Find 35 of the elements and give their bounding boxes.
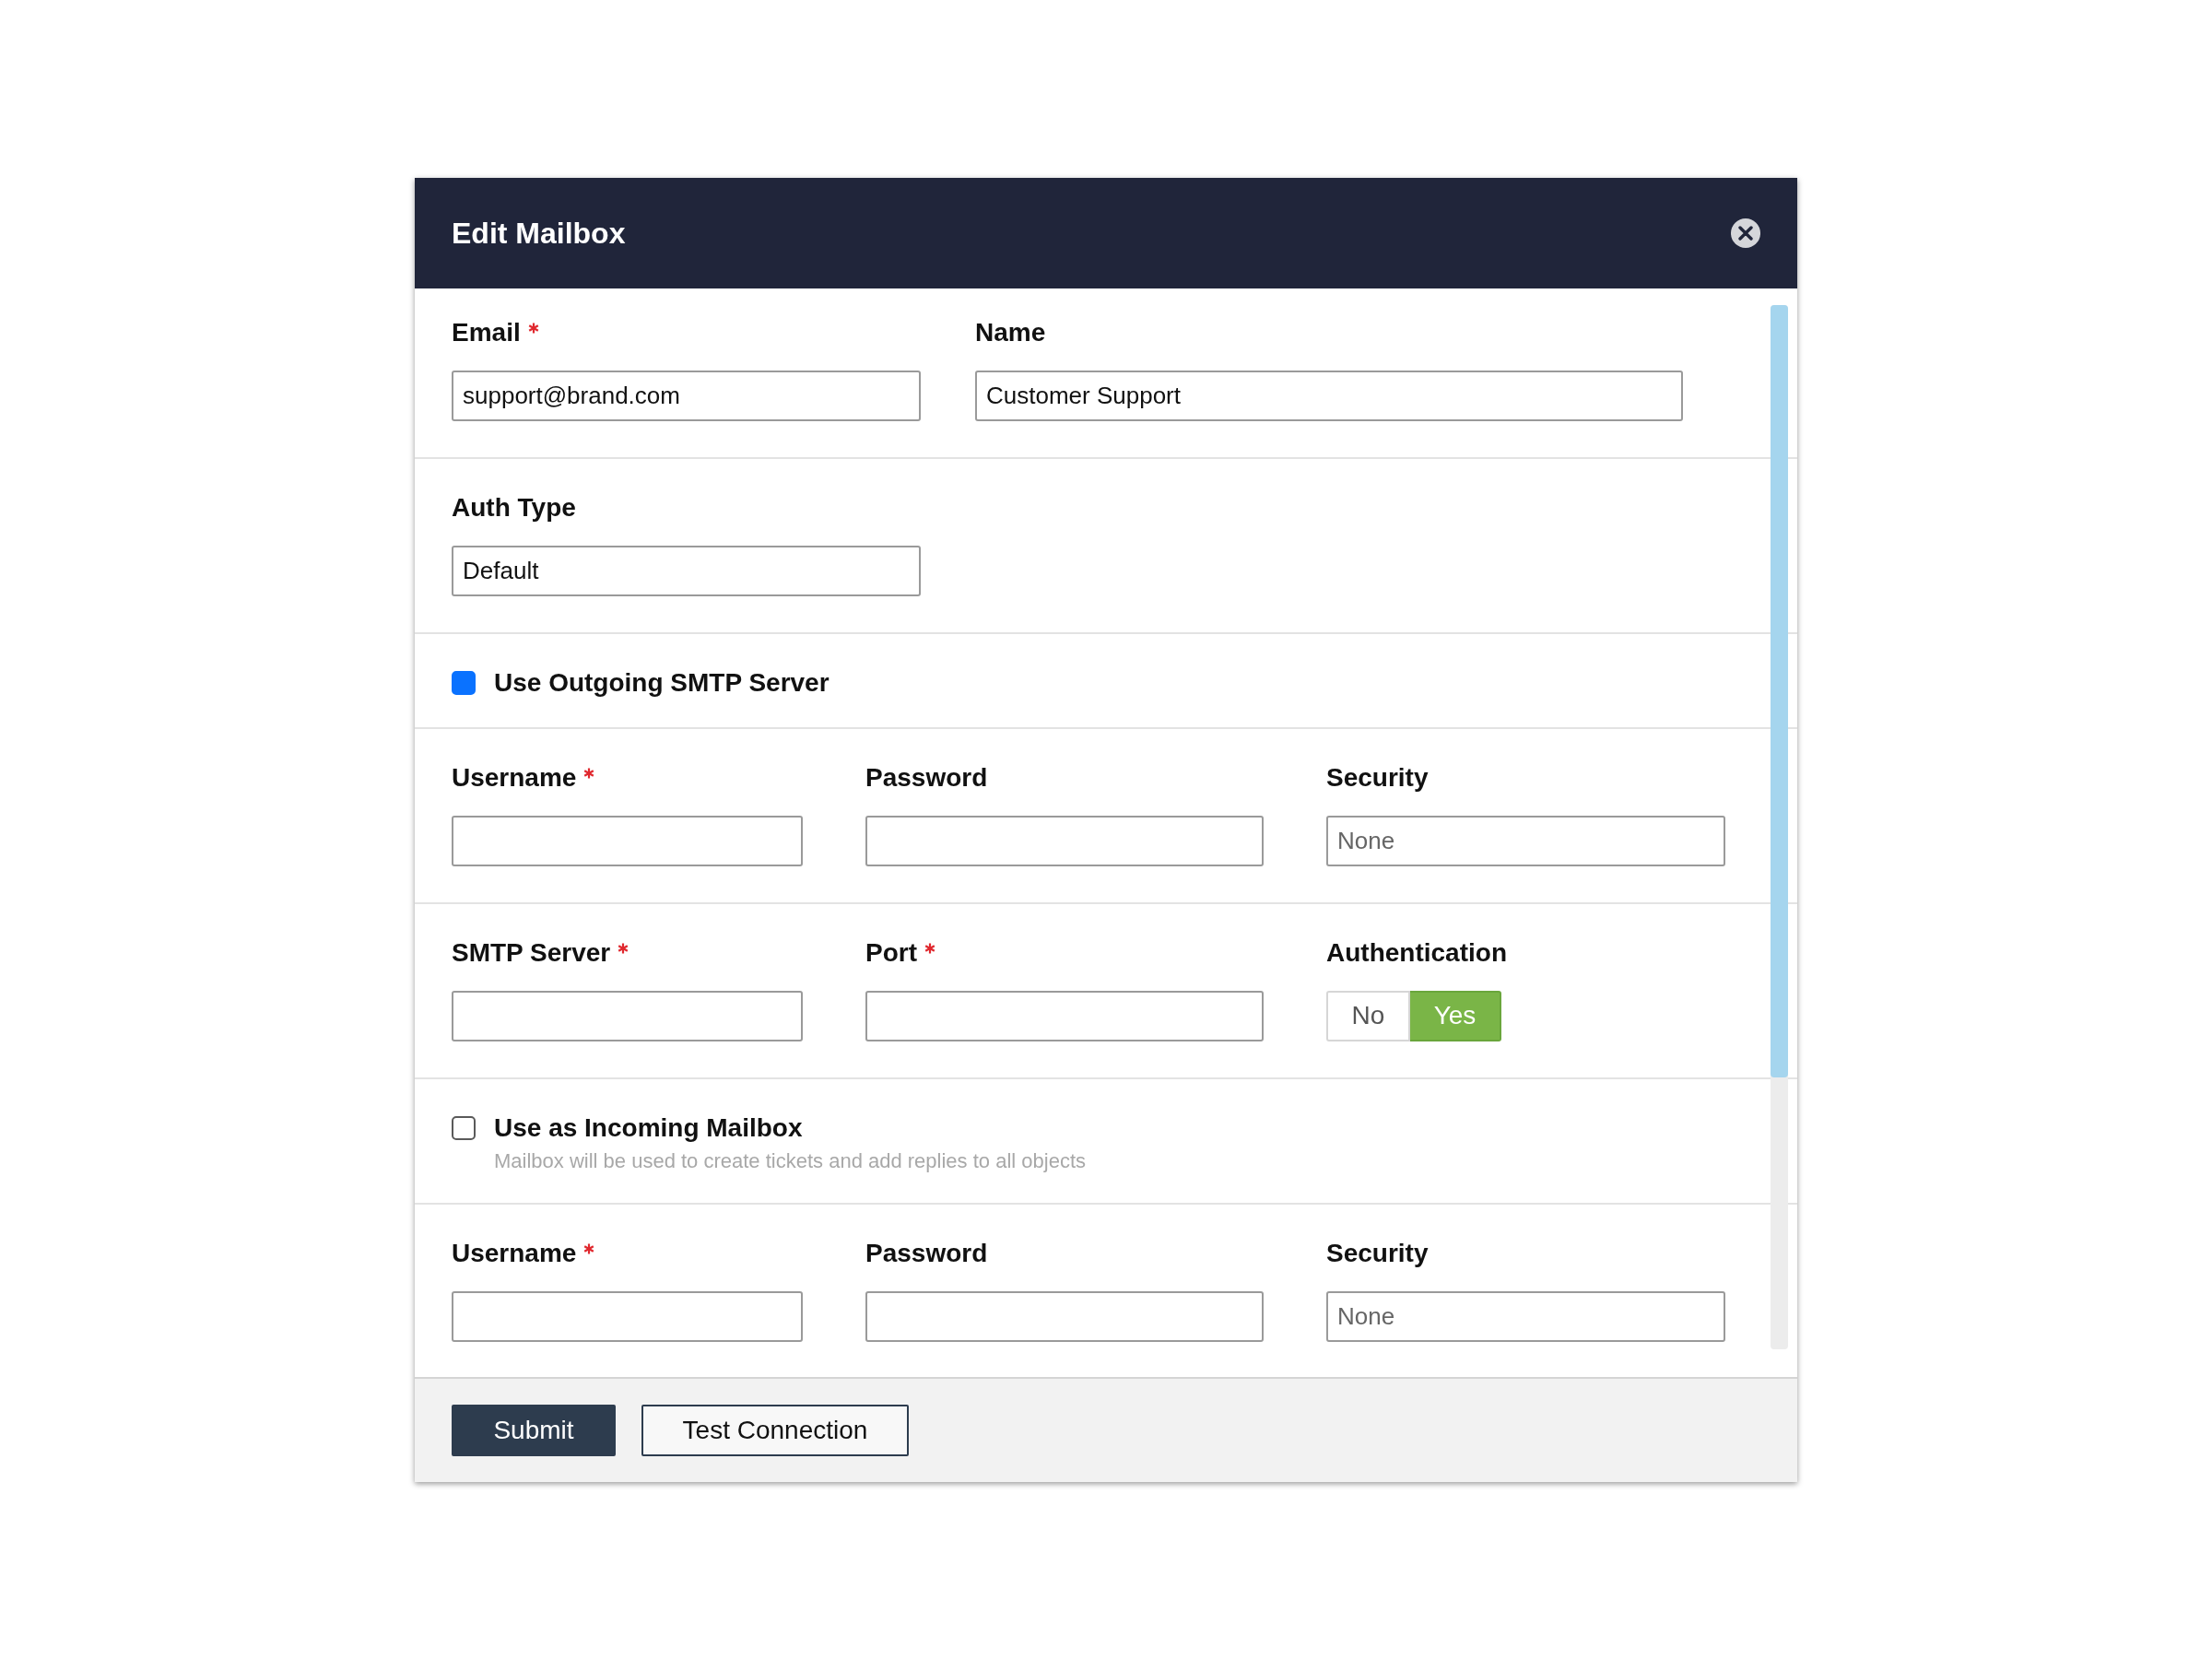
action-button[interactable]: Submit (452, 1404, 616, 1456)
input-field[interactable] (865, 1290, 1264, 1342)
field-label: Password (865, 1239, 988, 1267)
input-field[interactable]: Default (452, 545, 921, 596)
scrollbar-track[interactable] (1771, 304, 1788, 1349)
action-button[interactable]: Test Connection (641, 1404, 909, 1456)
input-field[interactable] (452, 815, 803, 866)
checkbox[interactable] (452, 670, 476, 695)
field-label: Auth Type (452, 493, 576, 522)
input-field[interactable] (452, 1290, 803, 1342)
field-label: Password (865, 763, 988, 792)
help-text: Mailbox will be used to create tickets and add replies to all objects (494, 1147, 1086, 1174)
checkbox-label: Use Outgoing SMTP Server (494, 668, 830, 697)
field-label: Name (975, 318, 1046, 347)
toggle-option[interactable]: No (1326, 990, 1410, 1041)
dialog-title: Edit Mailbox (452, 215, 626, 252)
input-field[interactable] (865, 815, 1264, 866)
input-field[interactable]: None (1326, 815, 1725, 866)
field-label: Username (452, 1239, 577, 1267)
input-field[interactable]: support@brand.com (452, 370, 921, 421)
field-label: Security (1326, 763, 1429, 792)
field-label: Security (1326, 1239, 1429, 1267)
input-field[interactable]: Customer Support (975, 370, 1683, 421)
scrollbar-thumb[interactable] (1771, 304, 1788, 1077)
checkbox-label: Use as Incoming Mailbox (494, 1113, 803, 1142)
input-field[interactable] (865, 990, 1264, 1041)
input-field[interactable]: None (1326, 1290, 1725, 1342)
close-icon[interactable] (1730, 217, 1761, 249)
field-label: SMTP Server (452, 938, 611, 967)
field-label: Authentication (1326, 938, 1507, 967)
checkbox[interactable] (452, 1115, 476, 1140)
field-label: Email (452, 318, 521, 347)
field-label: Username (452, 763, 577, 792)
field-label: Port (865, 938, 917, 967)
input-field[interactable] (452, 990, 803, 1041)
